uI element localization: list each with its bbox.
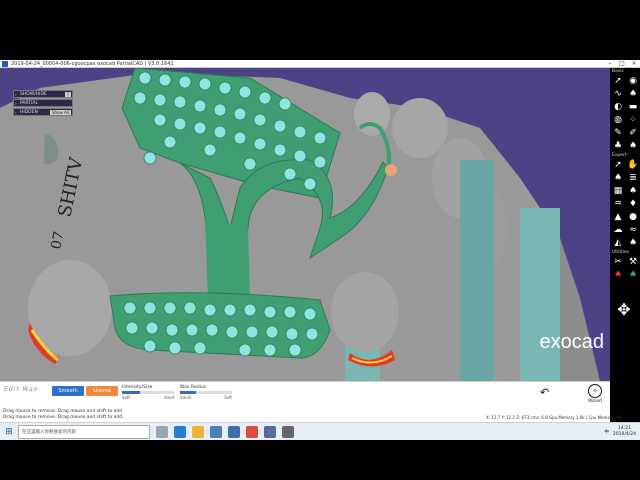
tooth-icon[interactable]: ♠ [626, 88, 640, 100]
clock[interactable]: 14:21 2019/4/24 [613, 426, 636, 438]
window-title: 2019-04-24_00004-006-cgoocpax exocad Par… [11, 60, 174, 67]
pen-icon[interactable]: ✎ [611, 127, 625, 139]
3d-viewport[interactable]: SHITV 07 › SHOW/HIDE ? › PARTIAL › HIDDE… [0, 68, 610, 381]
smooth-button[interactable]: Smooth [52, 386, 84, 396]
tooth-icon[interactable]: ♠ [626, 185, 640, 197]
windows-start-icon[interactable]: ⊞ [0, 423, 18, 441]
undo-icon[interactable]: ↶ [540, 386, 549, 399]
section-utilities: Utilities [612, 250, 629, 255]
chrome-icon[interactable] [246, 425, 258, 438]
hidden-toggle[interactable]: › HIDDEN Show All [13, 108, 73, 116]
chevron-right-icon: › [15, 91, 17, 97]
minimize-icon[interactable]: – [604, 60, 616, 68]
slider-track[interactable] [122, 391, 174, 394]
visibility-panel: › SHOW/HIDE ? › PARTIAL › HIDDEN Show Al… [13, 90, 73, 117]
section-expert: Expert [612, 153, 627, 158]
circle-icon[interactable]: ● [626, 211, 640, 223]
tooth-icon[interactable]: ♠ [611, 172, 625, 184]
screen: 2019-04-24_00004-006-cgoocpax exocad Par… [0, 60, 640, 422]
utility-tools: ✂ ⚒ ♠ ♠ [610, 256, 640, 281]
app-icon [2, 60, 8, 67]
slider-min-label: Small [180, 395, 192, 400]
wizard-icon: ✧ [588, 384, 602, 398]
mail-icon[interactable] [228, 425, 240, 438]
slider-track[interactable] [180, 391, 232, 394]
taskbar-search-input[interactable]: 在这里输入你要搜索的内容 [18, 424, 150, 439]
help-badge[interactable]: ? [64, 91, 71, 97]
show-all-button[interactable]: Show All [49, 109, 71, 115]
slider-min-label: Soft [122, 395, 130, 400]
arrow-icon[interactable]: ➚ [611, 75, 625, 87]
brush-icon[interactable]: ♒ [611, 198, 625, 210]
tooth-icon[interactable]: ♠ [626, 237, 640, 249]
hint-text: Drag mouse to remove. Drag mouse and shi… [3, 415, 124, 420]
eye-icon[interactable]: ◐ [611, 101, 625, 113]
wax-radius-slider[interactable]: Wax Radius Small Soft [180, 385, 232, 400]
blob-icon[interactable]: ☁ [611, 224, 625, 236]
scissors-icon[interactable]: ✂ [611, 256, 625, 268]
partial-toggle[interactable]: › PARTIAL [13, 99, 73, 107]
tool-panel: Basic ➚ ◉ ∿ ♠ ◐ ▬ ◍ ⁘ ✎ ✐ ♣ ♠ Expert ➚ ✋… [610, 68, 640, 422]
shape-icon[interactable]: ◭ [611, 237, 625, 249]
chevron-right-icon: › [15, 100, 17, 106]
system-tray: 中 14:21 2019/4/24 [604, 426, 640, 438]
basic-tools: ➚ ◉ ∿ ♠ ◐ ▬ ◍ ⁘ ✎ ✐ ♣ ♠ [610, 75, 640, 152]
bar-icon[interactable]: ▬ [626, 101, 640, 113]
slider-max-label: Soft [224, 395, 232, 400]
edge-icon[interactable] [174, 425, 186, 438]
slider-caption: Wax Radius [180, 385, 207, 390]
tooth-icon[interactable]: ♠ [611, 269, 625, 281]
window-controls: – □ × [604, 60, 640, 68]
slider-fill [122, 391, 141, 394]
section-basic: Basic [612, 69, 624, 74]
slider-fill [180, 391, 196, 394]
close-icon[interactable]: × [628, 60, 640, 68]
camera-icon[interactable]: ◉ [626, 75, 640, 87]
store-icon[interactable] [210, 425, 222, 438]
tooth-icon[interactable]: ♠ [626, 269, 640, 281]
droplet-icon[interactable]: ♦ [626, 198, 640, 210]
hand-icon[interactable]: ✋ [626, 159, 640, 171]
dental-model-render: SHITV 07 [0, 68, 600, 381]
hint-text: Drag mouse to remove. Drag mouse and shi… [3, 409, 123, 414]
arrow-icon[interactable]: ➚ [611, 159, 625, 171]
ime-indicator[interactable]: 中 [604, 429, 609, 435]
move-arrows-icon[interactable]: ✥ [610, 295, 638, 323]
show-hide-toggle[interactable]: › SHOW/HIDE ? [13, 90, 73, 98]
wave-icon[interactable]: ∿ [611, 88, 625, 100]
task-view-icon[interactable] [156, 425, 168, 438]
layers-icon[interactable]: ≣ [626, 172, 640, 184]
windows-taskbar: ⊞ 在这里输入你要搜索的内容 中 14:21 2019/4/24 [0, 422, 640, 440]
expert-tools: ➚ ✋ ♠ ≣ ▦ ♠ ♒ ♦ ▲ ● ☁ ≈ ◭ ♠ [610, 159, 640, 249]
unsmooth-button[interactable]: Unsmo [86, 386, 118, 396]
status-readout: X: 12.7 Y: 12.2 Z: 673 cms: 6.8 Gpu Memo… [486, 415, 623, 420]
exocad-taskbar-icon[interactable] [264, 425, 276, 438]
tooth-icon[interactable]: ♠ [626, 140, 640, 152]
maximize-icon[interactable]: □ [616, 60, 628, 68]
explorer-icon[interactable] [192, 425, 204, 438]
search-placeholder: 在这里输入你要搜索的内容 [22, 429, 76, 435]
flame-icon[interactable]: ▲ [611, 211, 625, 223]
intensity-slider[interactable]: Intensity/Size Soft Hard [122, 385, 174, 400]
wand-icon[interactable]: ⚒ [626, 256, 640, 268]
wizard-button[interactable]: ✧ Wizard [585, 384, 605, 403]
slider-max-label: Hard [164, 395, 174, 400]
mode-label: Edit Wax [4, 386, 39, 393]
exocad-logo: exocad [539, 331, 605, 353]
dots-icon[interactable]: ⁘ [626, 114, 640, 126]
grid-icon[interactable]: ▦ [611, 185, 625, 197]
slider-caption: Intensity/Size [122, 385, 153, 390]
wave-icon[interactable]: ≈ [626, 224, 640, 236]
app-icon[interactable] [282, 425, 294, 438]
clock-date: 2019/4/24 [612, 431, 636, 437]
pen-icon[interactable]: ✐ [626, 127, 640, 139]
mesh-icon[interactable]: ◍ [611, 114, 625, 126]
teeth-icon[interactable]: ♣ [611, 140, 625, 152]
title-bar: 2019-04-24_00004-006-cgoocpax exocad Par… [0, 60, 640, 68]
wizard-label: Wizard [588, 398, 602, 403]
bottom-toolbar: Edit Wax Smooth Unsmo Intensity/Size Sof… [0, 381, 623, 422]
chevron-right-icon: › [15, 109, 17, 115]
